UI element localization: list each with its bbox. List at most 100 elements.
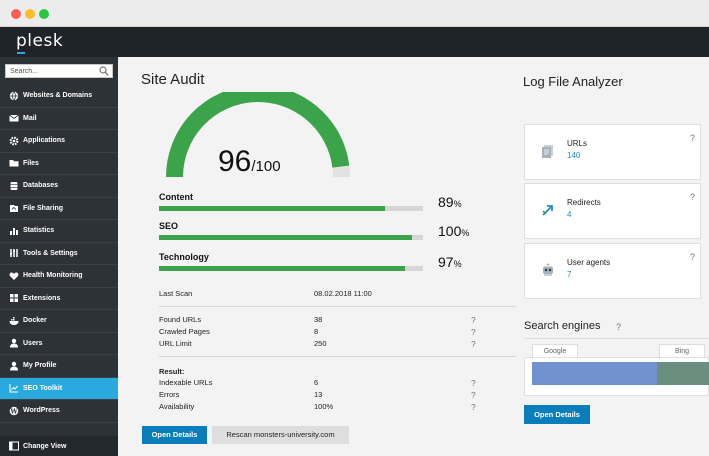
sidebar-item-statistics[interactable]: Statistics	[0, 220, 118, 243]
sidebar-item-label: Statistics	[23, 227, 55, 235]
site-audit-title: Site Audit	[141, 71, 205, 88]
metric-unit: %	[453, 199, 462, 209]
metric-percent-content: 89%	[438, 194, 462, 210]
sidebar-item-label: Applications	[23, 137, 66, 145]
redirects-card[interactable]: Redirects 4 ?	[524, 183, 701, 239]
sidebar-item-label: My Profile	[23, 362, 57, 370]
help-icon[interactable]: ?	[471, 402, 476, 412]
help-icon[interactable]: ?	[471, 339, 476, 349]
metric-value: 89	[438, 194, 454, 210]
rescan-button[interactable]: Rescan monsters-university.com	[212, 426, 349, 444]
close-window-button[interactable]	[11, 9, 21, 19]
help-icon[interactable]: ?	[616, 322, 621, 332]
document-icon	[542, 145, 553, 158]
help-icon[interactable]: ?	[690, 133, 695, 143]
result-label: Availability	[159, 402, 195, 411]
sidebar-item-label: Extensions	[23, 294, 61, 302]
sidebar-item-mail[interactable]: Mail	[0, 108, 118, 130]
help-icon[interactable]: ?	[471, 327, 476, 337]
change-view-label: Change View	[23, 442, 67, 450]
sidebar-item-label: Health Monitoring	[23, 272, 83, 280]
wordpress-icon: W	[9, 406, 18, 416]
sidebar-item-databases[interactable]: Databases	[0, 175, 118, 198]
stat-value: 8	[314, 327, 319, 336]
search-icon[interactable]	[99, 66, 109, 76]
card-value[interactable]: 4	[567, 210, 571, 219]
sidebar-search	[5, 64, 113, 78]
minimize-window-button[interactable]	[25, 9, 35, 19]
svg-text:W: W	[9, 407, 18, 415]
sidebar-item-label: Files	[23, 159, 39, 167]
sidebar-item-seo-toolkit[interactable]: SEO Toolkit	[0, 377, 118, 400]
database-icon	[10, 181, 18, 190]
sidebar-item-extensions[interactable]: Extensions	[0, 288, 118, 310]
sidebar-item-tools-settings[interactable]: Tools & Settings	[0, 243, 118, 265]
result-value: 13	[314, 390, 323, 399]
engine-tab-bing[interactable]: Bing	[659, 344, 705, 358]
result-label: Errors	[159, 390, 180, 399]
help-icon[interactable]: ?	[471, 315, 476, 325]
seo-icon	[9, 384, 18, 393]
sidebar-item-file-sharing[interactable]: File Sharing	[0, 198, 118, 220]
help-icon[interactable]: ?	[471, 390, 476, 400]
search-input[interactable]	[6, 65, 96, 77]
user-icon	[10, 339, 18, 348]
change-view-icon	[9, 441, 19, 451]
sidebar-nav: Websites & Domains Mail Applications Fil…	[0, 85, 118, 423]
main-content: Site Audit 96/100 Content 89% SEO 100% T…	[118, 57, 709, 456]
progress-fill-seo	[159, 235, 413, 240]
card-value[interactable]: 7	[567, 270, 571, 279]
card-name: User agents	[567, 258, 611, 267]
logo-accent	[17, 52, 25, 54]
metric-label-technology: Technology	[159, 252, 209, 262]
sidebar-item-label: SEO Toolkit	[23, 384, 63, 392]
mail-icon	[9, 114, 19, 122]
help-icon[interactable]: ?	[690, 192, 695, 202]
sidebar: Websites & Domains Mail Applications Fil…	[0, 57, 118, 456]
metric-percent-technology: 97%	[438, 254, 462, 270]
metric-label-content: Content	[159, 192, 193, 202]
score-max: /100	[251, 158, 281, 175]
card-value[interactable]: 140	[567, 151, 580, 160]
sidebar-item-users[interactable]: Users	[0, 333, 118, 355]
share-icon	[10, 205, 18, 213]
change-view-button[interactable]: Change View	[0, 436, 118, 456]
sidebar-item-my-profile[interactable]: My Profile	[0, 355, 118, 378]
divider	[159, 306, 516, 307]
metric-percent-seo: 100%	[438, 223, 469, 239]
sidebar-item-wordpress[interactable]: W WordPress	[0, 400, 118, 423]
sidebar-item-health-monitoring[interactable]: Health Monitoring	[0, 265, 118, 288]
user-agents-card[interactable]: User agents 7 ?	[524, 243, 701, 299]
docker-icon	[9, 316, 19, 325]
sidebar-item-docker[interactable]: Docker	[0, 310, 118, 333]
progress-bar-technology	[159, 266, 423, 271]
engine-tab-google[interactable]: Google	[532, 344, 578, 358]
log-open-details-button[interactable]: Open Details	[524, 405, 590, 424]
sidebar-item-websites-domains[interactable]: Websites & Domains	[0, 85, 118, 108]
chart-icon	[10, 227, 18, 235]
progress-fill-content	[159, 206, 385, 211]
plesk-logo[interactable]: plesk	[16, 31, 63, 51]
top-header: plesk	[0, 27, 709, 57]
help-icon[interactable]: ?	[690, 252, 695, 262]
redirect-icon	[542, 205, 553, 216]
sidebar-item-label: Websites & Domains	[23, 92, 93, 100]
sidebar-item-files[interactable]: Files	[0, 153, 118, 175]
progress-fill-technology	[159, 266, 405, 271]
progress-bar-content	[159, 206, 423, 211]
maximize-window-button[interactable]	[39, 9, 49, 19]
window-titlebar	[0, 0, 709, 27]
metric-value: 100	[438, 223, 462, 239]
help-icon[interactable]: ?	[471, 378, 476, 388]
urls-card[interactable]: URLs 140 ?	[524, 124, 701, 180]
log-file-analyzer-title: Log File Analyzer	[523, 74, 623, 89]
site-score: 96/100	[218, 145, 281, 179]
stat-label: Crawled Pages	[159, 327, 210, 336]
open-details-button[interactable]: Open Details	[142, 426, 207, 444]
gear-icon	[9, 136, 19, 146]
stat-value: 38	[314, 315, 323, 324]
globe-icon	[9, 91, 19, 100]
score-value: 96	[218, 145, 252, 178]
sidebar-item-applications[interactable]: Applications	[0, 130, 118, 153]
robot-icon	[543, 263, 553, 276]
